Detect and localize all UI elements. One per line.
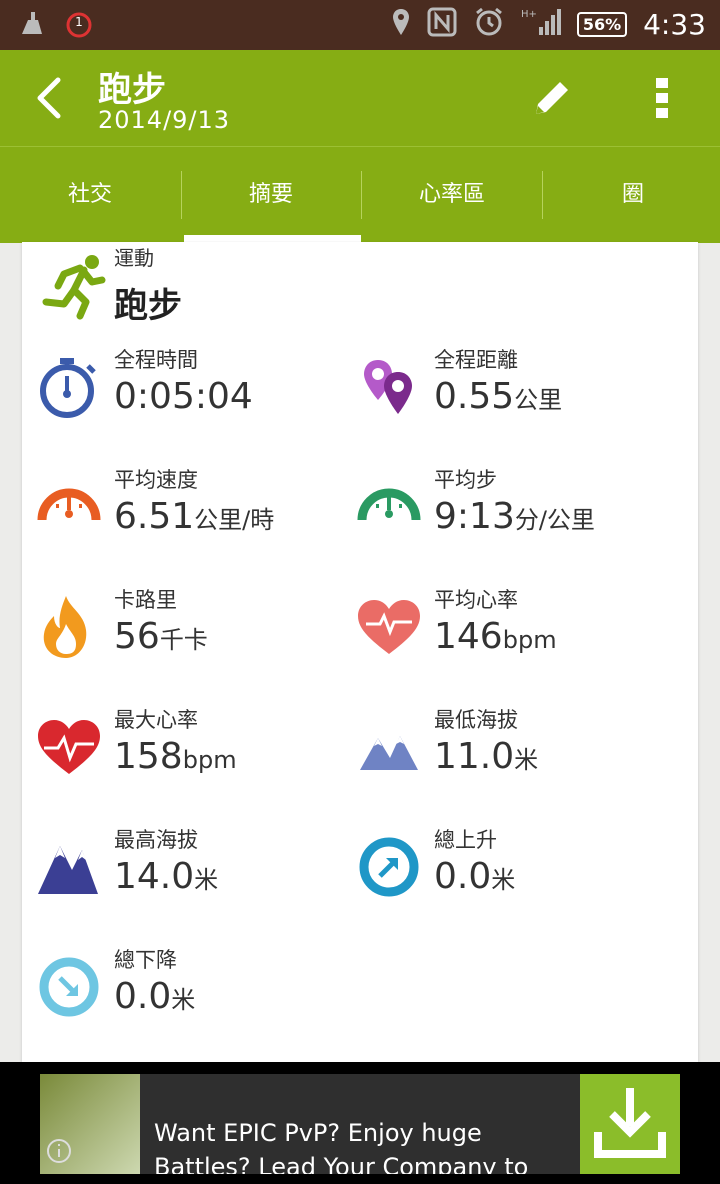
- ad-text[interactable]: Want EPIC PvP? Enjoy huge Battles? Lead …: [154, 1116, 574, 1174]
- pencil-icon: [528, 82, 576, 126]
- stat-value: 9:13: [434, 496, 515, 537]
- stat-label: 全程距離: [434, 348, 518, 372]
- edit-button[interactable]: [528, 74, 576, 122]
- signal-icon: H+: [521, 7, 561, 41]
- stat-max-heart-rate: 最大心率 158bpm: [22, 704, 342, 814]
- summary-card: 運動 跑步 全程時間 0:05:04 全程距離 0.55公里 平均速度 6.51…: [22, 242, 698, 1062]
- stat-unit: 公里/時: [194, 506, 275, 534]
- overflow-menu-button[interactable]: [650, 74, 674, 122]
- app-bar: 跑步 2014/9/13: [0, 50, 720, 146]
- stat-label: 最大心率: [114, 708, 198, 732]
- descent-icon: [36, 954, 102, 1020]
- tab-heart-rate-zones[interactable]: 心率區: [362, 147, 542, 243]
- stat-value: 0.0: [434, 856, 492, 897]
- stat-value: 11.0: [434, 736, 515, 777]
- stat-total-descent: 總下降 0.0米: [22, 944, 342, 1054]
- stat-label: 平均步: [434, 468, 497, 492]
- stat-label: 最低海拔: [434, 708, 518, 732]
- notification-count: 1: [75, 15, 83, 29]
- stat-value: 158: [114, 736, 183, 777]
- tab-bar: 社交 摘要 心率區 圈: [0, 146, 720, 243]
- stat-unit: 千卡: [159, 626, 208, 654]
- map-pin-icon: [356, 354, 422, 420]
- stat-label: 最高海拔: [114, 828, 198, 852]
- tab-summary[interactable]: 摘要: [181, 147, 361, 243]
- stat-unit: 米: [514, 746, 539, 774]
- ad-content[interactable]: Want EPIC PvP? Enjoy huge Battles? Lead …: [40, 1074, 680, 1174]
- tab-laps[interactable]: 圈: [543, 147, 720, 243]
- stat-value: 56: [114, 616, 160, 657]
- ad-download-button[interactable]: [580, 1074, 680, 1174]
- nfc-icon: [427, 7, 457, 41]
- stat-value: 0.0: [114, 976, 172, 1017]
- battery-indicator: 56%: [576, 11, 628, 37]
- running-person-icon: [40, 250, 106, 320]
- stat-calories: 卡路里 56千卡: [22, 584, 342, 694]
- status-bar: 1 H+ 56% 4:33: [0, 0, 720, 50]
- heart-pulse-icon: [356, 594, 422, 660]
- more-vert-icon: [650, 78, 674, 126]
- stat-total-ascent: 總上升 0.0米: [342, 824, 662, 934]
- stat-label: 全程時間: [114, 348, 198, 372]
- stopwatch-icon: [36, 354, 102, 420]
- speedometer-icon: [36, 474, 102, 540]
- download-icon: [580, 1088, 680, 1174]
- pace-gauge-icon: [356, 474, 422, 540]
- clock: 4:33: [643, 7, 706, 41]
- location-icon: [391, 7, 411, 41]
- mountain-low-icon: [356, 714, 422, 780]
- stat-average-pace: 平均步 9:13分/公里: [342, 464, 662, 574]
- stat-value: 0:05:04: [114, 376, 253, 417]
- ad-banner[interactable]: Want EPIC PvP? Enjoy huge Battles? Lead …: [0, 1062, 720, 1184]
- alarm-clock-icon: [473, 6, 505, 42]
- alarm-notification-icon: 1: [64, 11, 94, 39]
- svg-text:H+: H+: [521, 9, 537, 20]
- ad-info-icon[interactable]: [46, 1138, 72, 1168]
- stat-label: 平均心率: [434, 588, 518, 612]
- activity-date: 2014/9/13: [98, 106, 231, 134]
- sport-label: 運動: [114, 246, 154, 270]
- stat-unit: 分/公里: [514, 506, 595, 534]
- stat-unit: 米: [491, 866, 516, 894]
- stat-value: 0.55: [434, 376, 515, 417]
- stat-label: 總下降: [114, 948, 177, 972]
- stat-label: 平均速度: [114, 468, 198, 492]
- mountain-high-icon: [36, 834, 102, 900]
- back-button[interactable]: [30, 76, 70, 120]
- ad-image[interactable]: [40, 1074, 140, 1174]
- stat-max-altitude: 最高海拔 14.0米: [22, 824, 342, 934]
- stat-unit: bpm: [502, 626, 557, 654]
- stat-label: 卡路里: [114, 588, 177, 612]
- stat-total-distance: 全程距離 0.55公里: [342, 344, 662, 454]
- stat-total-time: 全程時間 0:05:04: [22, 344, 342, 454]
- tab-social[interactable]: 社交: [0, 147, 180, 243]
- stat-value: 6.51: [114, 496, 195, 537]
- page-title: 跑步: [98, 70, 166, 110]
- ascent-icon: [356, 834, 422, 900]
- stat-average-speed: 平均速度 6.51公里/時: [22, 464, 342, 574]
- stat-unit: 米: [171, 986, 196, 1014]
- sport-value: 跑步: [114, 286, 182, 326]
- stat-label: 總上升: [434, 828, 497, 852]
- stat-unit: 公里: [514, 386, 563, 414]
- heart-max-icon: [36, 714, 102, 780]
- stat-value: 14.0: [114, 856, 195, 897]
- stat-min-altitude: 最低海拔 11.0米: [342, 704, 662, 814]
- stat-unit: bpm: [182, 746, 237, 774]
- cleaner-icon: [18, 10, 46, 40]
- stat-unit: 米: [194, 866, 219, 894]
- flame-icon: [36, 594, 102, 660]
- stat-value: 146: [434, 616, 503, 657]
- stat-average-heart-rate: 平均心率 146bpm: [342, 584, 662, 694]
